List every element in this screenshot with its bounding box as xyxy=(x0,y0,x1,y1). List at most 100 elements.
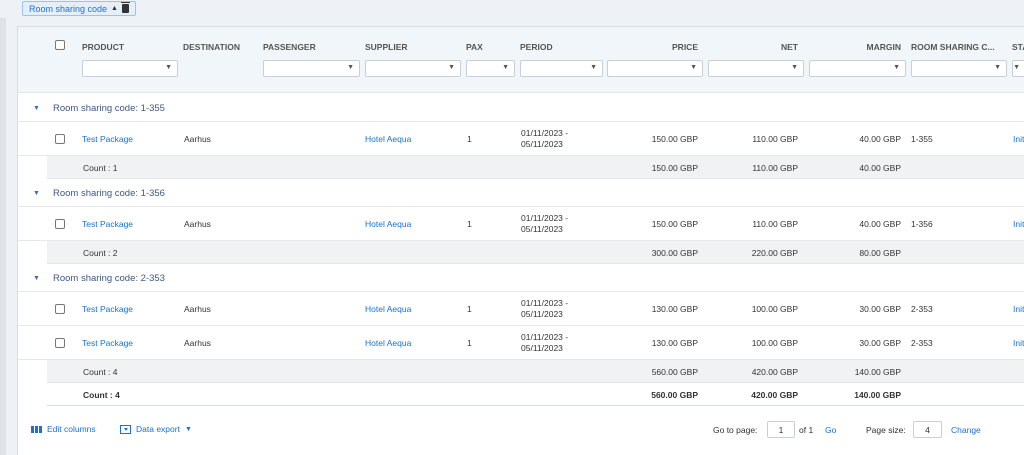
filter-margin[interactable] xyxy=(809,60,906,77)
product-link[interactable]: Test Package xyxy=(82,134,133,144)
col-header-destination[interactable]: DESTINATION xyxy=(183,42,240,52)
col-header-price[interactable]: PRICE xyxy=(608,42,698,52)
change-page-size-button[interactable]: Change xyxy=(951,425,981,435)
product-link[interactable]: Test Package xyxy=(82,219,133,229)
group-row[interactable]: ▼ Room sharing code: 2-353 xyxy=(18,264,1024,292)
status-link[interactable]: Init xyxy=(1013,219,1024,229)
filter-net[interactable] xyxy=(708,60,804,77)
group-chip-room-sharing-code[interactable]: Room sharing code ▲ xyxy=(22,1,136,16)
summary-price: 300.00 GBP xyxy=(651,248,698,258)
edit-columns-button[interactable]: Edit columns xyxy=(31,424,96,434)
summary-net: 420.00 GBP xyxy=(751,367,798,377)
row-checkbox[interactable] xyxy=(55,134,65,144)
filter-price[interactable] xyxy=(607,60,703,77)
col-header-supplier[interactable]: SUPPLIER xyxy=(365,42,408,52)
net-cell: 100.00 GBP xyxy=(751,338,798,348)
sort-asc-icon[interactable]: ▲ xyxy=(111,5,118,12)
supplier-link[interactable]: Hotel Aequa xyxy=(365,219,411,229)
col-header-product[interactable]: PRODUCT xyxy=(82,42,124,52)
filter-room-sharing-code[interactable] xyxy=(911,60,1007,77)
col-header-room-sharing-code[interactable]: ROOM SHARING C... xyxy=(911,42,995,52)
go-button[interactable]: Go xyxy=(825,425,836,435)
table-row[interactable]: Test Package Aarhus Hotel Aequa 1 01/11/… xyxy=(18,326,1024,360)
filter-period[interactable] xyxy=(520,60,603,77)
pax-cell: 1 xyxy=(467,304,472,314)
filter-product[interactable] xyxy=(82,60,178,77)
page-number-input[interactable]: 1 xyxy=(767,421,795,438)
room-code-cell: 2-353 xyxy=(911,304,933,314)
columns-icon xyxy=(31,425,42,433)
period-end-cell: 05/11/2023 xyxy=(521,139,563,149)
collapse-caret-icon[interactable]: ▼ xyxy=(33,190,40,197)
col-header-passenger[interactable]: PASSENGER xyxy=(263,42,316,52)
collapse-caret-icon[interactable]: ▼ xyxy=(33,275,40,282)
supplier-link[interactable]: Hotel Aequa xyxy=(365,134,411,144)
col-header-status[interactable]: STA xyxy=(1012,42,1024,52)
page-count-label: of 1 xyxy=(799,425,814,435)
filter-passenger[interactable] xyxy=(263,60,360,77)
grand-total-row: Count : 4 560.00 GBP 420.00 GBP 140.00 G… xyxy=(47,383,1024,406)
product-link[interactable]: Test Package xyxy=(82,304,133,314)
col-header-period[interactable]: PERIOD xyxy=(520,42,553,52)
period-end-cell: 05/11/2023 xyxy=(521,224,563,234)
period-start-cell: 01/11/2023 - xyxy=(521,298,569,308)
export-icon xyxy=(120,424,131,434)
summary-margin: 140.00 GBP xyxy=(854,367,901,377)
row-checkbox[interactable] xyxy=(55,219,65,229)
group-row[interactable]: ▼ Room sharing code: 1-355 xyxy=(18,94,1024,122)
status-link[interactable]: Init xyxy=(1013,338,1024,348)
supplier-link[interactable]: Hotel Aequa xyxy=(365,338,411,348)
supplier-link[interactable]: Hotel Aequa xyxy=(365,304,411,314)
period-end-cell: 05/11/2023 xyxy=(521,309,563,319)
table-row[interactable]: Test Package Aarhus Hotel Aequa 1 01/11/… xyxy=(18,207,1024,241)
product-link[interactable]: Test Package xyxy=(82,338,133,348)
filter-pax[interactable] xyxy=(466,60,515,77)
col-header-margin[interactable]: MARGIN xyxy=(808,42,901,52)
room-code-cell: 1-356 xyxy=(911,219,933,229)
group-by-bar: Room sharing code ▲ xyxy=(0,0,1024,18)
group-label: Room sharing code: 1-356 xyxy=(53,188,165,199)
select-all-checkbox[interactable] xyxy=(55,40,65,50)
period-start-cell: 01/11/2023 - xyxy=(521,213,569,223)
data-export-label: Data export xyxy=(136,424,180,434)
table-row[interactable]: Test Package Aarhus Hotel Aequa 1 01/11/… xyxy=(18,292,1024,326)
summary-price: 150.00 GBP xyxy=(651,163,698,173)
left-edge-strip xyxy=(0,0,6,455)
net-cell: 110.00 GBP xyxy=(752,219,798,229)
status-link[interactable]: Init xyxy=(1013,304,1024,314)
group-summary-row: Count : 4 560.00 GBP 420.00 GBP 140.00 G… xyxy=(47,360,1024,383)
col-header-net[interactable]: NET xyxy=(708,42,798,52)
total-margin: 140.00 GBP xyxy=(854,390,901,400)
filter-supplier[interactable] xyxy=(365,60,461,77)
period-start-cell: 01/11/2023 - xyxy=(521,128,569,138)
group-row[interactable]: ▼ Room sharing code: 1-356 xyxy=(18,179,1024,207)
row-checkbox[interactable] xyxy=(55,338,65,348)
margin-cell: 40.00 GBP xyxy=(859,134,901,144)
group-summary-row: Count : 2 300.00 GBP 220.00 GBP 80.00 GB… xyxy=(47,241,1024,264)
status-link[interactable]: Init xyxy=(1013,134,1024,144)
pax-cell: 1 xyxy=(467,338,472,348)
destination-cell: Aarhus xyxy=(184,338,211,348)
table-row[interactable]: Test Package Aarhus Hotel Aequa 1 01/11/… xyxy=(18,122,1024,156)
grid-footer: Edit columns Data export ▼ Go to page: 1… xyxy=(18,408,1024,455)
collapse-caret-icon[interactable]: ▼ xyxy=(33,105,40,112)
period-start-cell: 01/11/2023 - xyxy=(521,332,569,342)
data-export-button[interactable]: Data export ▼ xyxy=(120,424,192,434)
row-checkbox[interactable] xyxy=(55,304,65,314)
room-code-cell: 1-355 xyxy=(911,134,933,144)
go-to-page-label: Go to page: xyxy=(713,425,758,435)
summary-price: 560.00 GBP xyxy=(651,367,698,377)
summary-count: Count : 4 xyxy=(83,367,118,377)
group-label: Room sharing code: 2-353 xyxy=(53,273,165,284)
destination-cell: Aarhus xyxy=(184,219,211,229)
trash-icon[interactable] xyxy=(120,2,130,13)
price-cell: 130.00 GBP xyxy=(651,338,698,348)
net-cell: 100.00 GBP xyxy=(751,304,798,314)
pax-cell: 1 xyxy=(467,219,472,229)
filter-status[interactable] xyxy=(1012,60,1024,77)
page-size-input[interactable]: 4 xyxy=(913,421,942,438)
col-header-pax[interactable]: PAX xyxy=(466,42,483,52)
price-cell: 150.00 GBP xyxy=(651,219,698,229)
total-net: 420.00 GBP xyxy=(751,390,798,400)
margin-cell: 40.00 GBP xyxy=(859,219,901,229)
